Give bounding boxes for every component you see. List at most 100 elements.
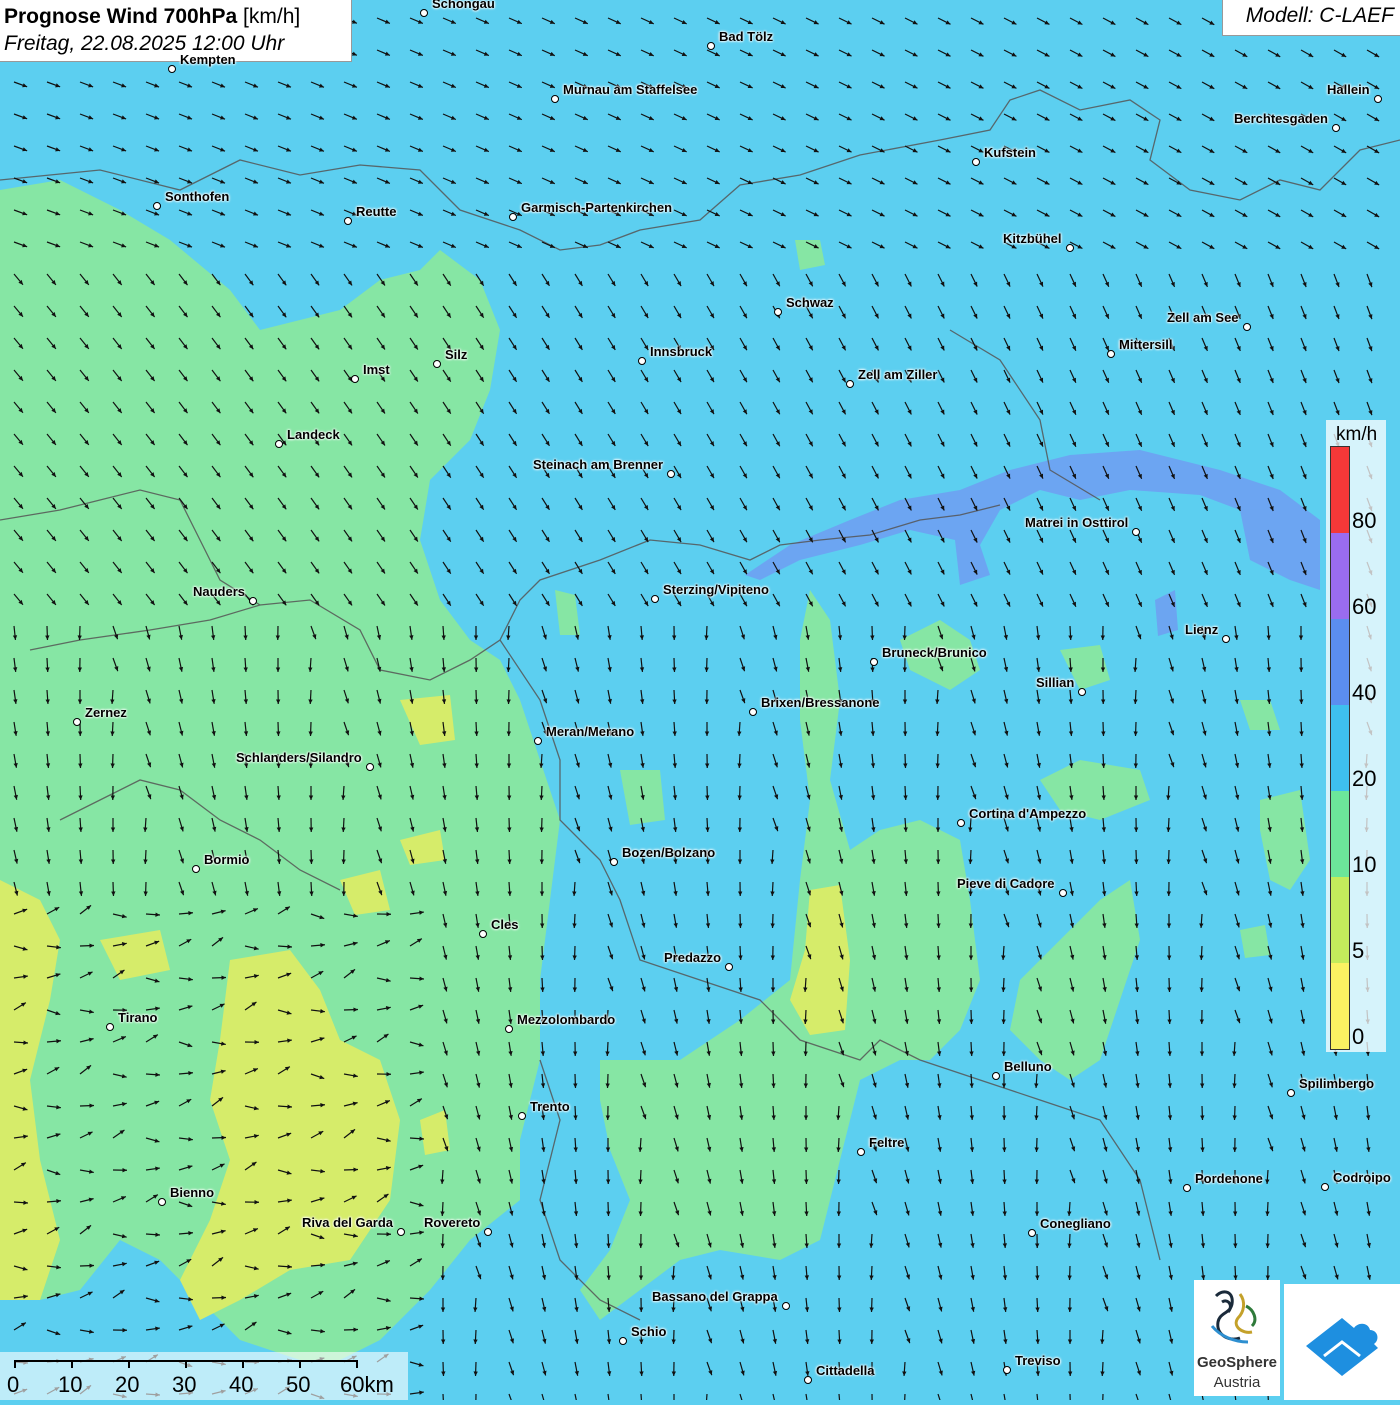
wind-arrow (245, 1040, 259, 1044)
city-label: Innsbruck (650, 344, 712, 359)
wind-arrow (773, 178, 786, 184)
wind-arrow (1070, 1042, 1075, 1055)
wind-arrow (308, 658, 312, 672)
wind-arrow (1067, 1234, 1071, 1248)
wind-arrow (1136, 18, 1148, 25)
wind-arrow (1232, 1074, 1236, 1088)
wind-arrow (1169, 754, 1174, 767)
wind-arrow (1268, 1042, 1273, 1055)
wind-arrow (14, 114, 27, 119)
wind-arrow (179, 1005, 192, 1010)
wind-arrow (1037, 466, 1043, 479)
wind-arrow (1136, 562, 1142, 575)
wind-arrow (674, 466, 681, 478)
wind-arrow (971, 18, 983, 24)
wind-arrow (608, 946, 613, 959)
wind-arrow (607, 626, 611, 640)
wind-arrow (771, 978, 775, 992)
wind-arrow (47, 530, 56, 541)
wind-arrow (410, 754, 414, 768)
wind-arrow (244, 690, 248, 704)
wind-arrow (770, 850, 774, 864)
wind-arrow (938, 1362, 943, 1375)
wind-arrow (1036, 658, 1040, 672)
city-marker (1059, 889, 1067, 897)
wind-arrow (14, 975, 28, 979)
wind-arrow (443, 882, 447, 896)
wind-arrow (344, 466, 352, 477)
wind-arrow (278, 210, 291, 216)
wind-arrow (542, 530, 549, 542)
wind-arrow (80, 562, 89, 573)
wind-arrow (1367, 1266, 1371, 1280)
wind-arrow (14, 498, 23, 509)
wind-arrow (1301, 1234, 1306, 1247)
wind-arrow (179, 722, 183, 736)
wind-arrow (872, 562, 878, 574)
wind-arrow (311, 402, 319, 413)
wind-arrow (1169, 18, 1181, 25)
wind-arrow (935, 754, 939, 768)
wind-arrow (344, 1036, 357, 1042)
wind-arrow (938, 626, 943, 639)
wind-arrow (542, 1298, 546, 1312)
wind-arrow (278, 1293, 291, 1298)
wind-arrow (212, 530, 220, 541)
wind-arrow (575, 178, 588, 184)
wind-arrow (47, 338, 56, 349)
wind-arrow (443, 434, 451, 446)
wind-arrow (870, 1330, 874, 1344)
wind-arrow (1201, 1266, 1205, 1280)
geosphere-austria-logo[interactable]: GeoSphere Austria (1194, 1280, 1280, 1396)
wind-arrow (113, 626, 118, 639)
wind-arrow (1037, 594, 1043, 607)
wind-arrow (936, 914, 940, 928)
wind-arrow (509, 50, 522, 56)
wind-arrow (474, 1394, 478, 1400)
wind-arrow (410, 1231, 424, 1235)
wind-arrow (971, 722, 976, 735)
wind-arrow (212, 466, 220, 477)
wind-arrow (1004, 82, 1016, 88)
wind-arrow (1367, 242, 1379, 249)
wind-arrow (740, 114, 753, 120)
wind-arrow (1070, 594, 1076, 607)
wind-arrow (738, 882, 742, 896)
scale-tick (242, 1360, 244, 1368)
wind-arrow (1202, 882, 1207, 895)
wind-arrow (739, 1074, 743, 1088)
wind-arrow (113, 338, 122, 349)
wind-arrow (1168, 1170, 1172, 1184)
wind-arrow (608, 402, 615, 414)
wind-arrow (146, 466, 155, 477)
wind-arrow (14, 178, 27, 183)
wind-arrow (443, 210, 456, 216)
wind-arrow (179, 1202, 192, 1207)
wind-arrow (278, 1170, 291, 1175)
wind-arrow (179, 850, 184, 863)
wind-arrow (641, 242, 654, 248)
wind-arrow (1136, 1266, 1141, 1280)
wind-arrow (47, 178, 60, 183)
city-marker (651, 595, 659, 603)
geosphere-logo-subtext: Austria (1194, 1374, 1280, 1391)
wind-arrow (872, 946, 876, 960)
wind-arrow (1070, 882, 1074, 896)
wind-arrow (1334, 178, 1346, 185)
wind-arrow (179, 178, 192, 183)
city-marker (725, 963, 733, 971)
wind-arrow (1004, 594, 1010, 607)
wind-arrow (773, 18, 786, 24)
wind-arrow (1202, 82, 1214, 89)
wind-arrow (740, 530, 747, 542)
wind-arrow (377, 594, 385, 606)
wind-arrow (311, 306, 319, 317)
wind-arrow (674, 498, 681, 510)
wind-arrow (1167, 914, 1171, 928)
wind-arrow (309, 882, 313, 896)
wind-arrow (1268, 306, 1274, 319)
app-logo[interactable] (1284, 1284, 1400, 1400)
wind-arrow (1136, 1234, 1140, 1248)
wind-arrow (674, 50, 687, 56)
wind-arrow (212, 402, 220, 413)
